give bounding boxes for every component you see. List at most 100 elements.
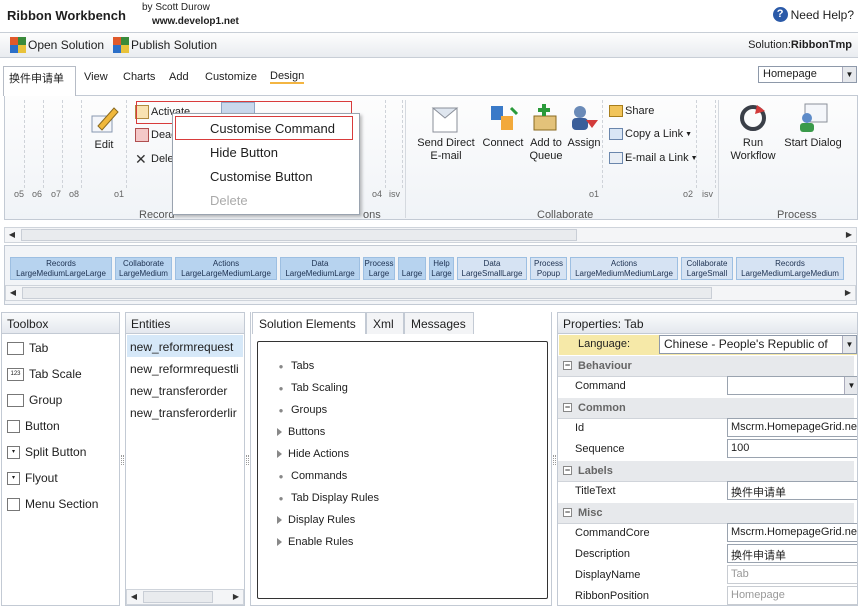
entity-item[interactable]: new_reformrequestli bbox=[130, 362, 239, 376]
send-direct-email-button[interactable]: Send Direct E-mail bbox=[413, 102, 479, 163]
section-labels[interactable]: − Labels bbox=[558, 461, 854, 482]
scroll-thumb[interactable] bbox=[22, 287, 712, 299]
entity-item[interactable]: new_transferorderlir bbox=[130, 406, 237, 420]
tab-messages[interactable]: Messages bbox=[404, 312, 474, 334]
tab-solution-elements[interactable]: Solution Elements bbox=[252, 312, 366, 334]
expand-icon[interactable] bbox=[277, 538, 282, 546]
toolbox-item-button[interactable]: Button bbox=[7, 419, 60, 433]
collapse-icon[interactable]: − bbox=[563, 361, 572, 370]
tab-xml[interactable]: Xml bbox=[366, 312, 404, 334]
toolbox-item-tab-scale[interactable]: 123 Tab Scale bbox=[7, 367, 82, 381]
delete-button[interactable]: ✕DeacDele bbox=[135, 152, 174, 166]
collapse-icon[interactable]: − bbox=[563, 508, 572, 517]
id-field[interactable]: Mscrm.HomepageGrid.nev bbox=[727, 418, 857, 437]
overview-group[interactable]: Data LargeSmallLarge bbox=[457, 257, 527, 280]
help-link[interactable]: ? Need Help? bbox=[772, 7, 854, 22]
start-dialog-button[interactable]: Start Dialog bbox=[781, 102, 845, 150]
homepage-select[interactable]: Homepage ▼ bbox=[758, 66, 857, 83]
overview-group-sizes: LargeLargeMediumLarge bbox=[181, 269, 271, 278]
scroll-right-icon[interactable]: ▶ bbox=[229, 590, 243, 604]
commandcore-field[interactable]: Mscrm.HomepageGrid.nev bbox=[727, 523, 857, 542]
overview-group[interactable]: Data LargeMediumLarge bbox=[280, 257, 360, 280]
help-icon: ? bbox=[772, 7, 788, 22]
overview-group[interactable]: Actions LargeMediumMediumLarge bbox=[570, 257, 678, 280]
tab-design[interactable]: Design bbox=[270, 70, 305, 84]
collapse-icon[interactable]: − bbox=[563, 403, 572, 412]
solution-prefix: Solution: bbox=[748, 39, 791, 51]
toolbox-item-group[interactable]: Group bbox=[7, 393, 62, 407]
section-behaviour[interactable]: − Behaviour bbox=[558, 356, 854, 377]
scroll-left-icon[interactable]: ◀ bbox=[5, 228, 19, 242]
menu-item-customise-command[interactable]: Customise Command bbox=[210, 121, 335, 136]
entity-item[interactable]: new_reformrequest bbox=[130, 340, 233, 354]
overview-group[interactable]: Records LargeMediumLargeMedium bbox=[736, 257, 844, 280]
tree-item-tab-display-rules[interactable]: ● Tab Display Rules bbox=[277, 492, 379, 504]
publish-solution-button[interactable]: Publish Solution bbox=[113, 37, 217, 53]
toolbox-item-tab[interactable]: Tab bbox=[7, 341, 48, 355]
entities-scrollbar[interactable]: ◀ ▶ bbox=[126, 589, 244, 605]
toolbox-item-flyout[interactable]: ▾ Flyout bbox=[7, 471, 58, 485]
toolbox-item-menu-section[interactable]: Menu Section bbox=[7, 497, 98, 511]
solution-panel: Solution Elements Xml Messages ● Tabs ● Ta… bbox=[250, 312, 552, 606]
email-link-button[interactable]: E-mail a Link ▼ bbox=[609, 152, 698, 164]
overview-group[interactable]: Help Large bbox=[429, 257, 454, 280]
scroll-left-icon[interactable]: ◀ bbox=[127, 590, 141, 604]
add-to-queue-button[interactable]: Add to Queue bbox=[524, 102, 568, 163]
overview-group[interactable]: Records LargeMediumLargeLarge bbox=[10, 257, 112, 280]
connect-button[interactable]: Connect bbox=[479, 102, 527, 150]
section-misc[interactable]: − Misc bbox=[558, 503, 854, 524]
author-site[interactable]: www.develop1.net bbox=[152, 16, 239, 27]
toolbox-item-split-button[interactable]: ▾ Split Button bbox=[7, 445, 86, 459]
language-select[interactable]: Chinese - People's Republic of ▼ bbox=[659, 335, 857, 354]
overview-group[interactable]: Collaborate LargeMedium bbox=[115, 257, 172, 280]
sequence-field[interactable]: 100 bbox=[727, 439, 857, 458]
titletext-field[interactable]: 换件申请单 bbox=[727, 481, 857, 500]
command-select[interactable]: ▼ bbox=[727, 376, 857, 395]
scroll-right-icon[interactable]: ▶ bbox=[841, 286, 855, 300]
tab-view[interactable]: View bbox=[84, 71, 108, 83]
tree-item-hide-actions[interactable]: Hide Actions bbox=[277, 448, 349, 460]
scroll-thumb[interactable] bbox=[21, 229, 577, 241]
overview-group[interactable]: Process Popup bbox=[530, 257, 567, 280]
expand-icon[interactable] bbox=[277, 516, 282, 524]
overview-group[interactable]: Actions LargeLargeMediumLarge bbox=[175, 257, 277, 280]
scroll-right-icon[interactable]: ▶ bbox=[842, 228, 856, 242]
menu-item-hide-button[interactable]: Hide Button bbox=[210, 145, 278, 160]
tree-item-tabs[interactable]: ● Tabs bbox=[277, 360, 315, 372]
tab-add[interactable]: Add bbox=[169, 71, 189, 83]
tree-item-enable-rules[interactable]: Enable Rules bbox=[277, 536, 353, 548]
tree-item-display-rules[interactable]: Display Rules bbox=[277, 514, 355, 526]
section-common[interactable]: − Common bbox=[558, 398, 854, 419]
assign-button[interactable]: Assign bbox=[564, 102, 604, 150]
share-button[interactable]: Share bbox=[609, 105, 654, 117]
collapse-icon[interactable]: − bbox=[563, 466, 572, 475]
panel-splitter[interactable] bbox=[246, 455, 249, 465]
expand-icon[interactable] bbox=[277, 428, 282, 436]
expand-icon[interactable] bbox=[277, 450, 282, 458]
panel-splitter[interactable] bbox=[121, 455, 124, 465]
scroll-thumb[interactable] bbox=[143, 591, 213, 603]
open-solution-button[interactable]: Open Solution bbox=[10, 37, 104, 53]
copy-link-button[interactable]: Copy a Link ▼ bbox=[609, 128, 692, 140]
tree-item-buttons[interactable]: Buttons bbox=[277, 426, 325, 438]
tree-item-tab-scaling[interactable]: ● Tab Scaling bbox=[277, 382, 348, 394]
run-workflow-button[interactable]: Run Workflow bbox=[725, 102, 781, 163]
ribbon-scrollbar[interactable]: ◀ ▶ bbox=[4, 227, 857, 243]
scroll-left-icon[interactable]: ◀ bbox=[6, 286, 20, 300]
tree-item-commands[interactable]: ● Commands bbox=[277, 470, 348, 482]
menu-item-customise-button[interactable]: Customise Button bbox=[210, 169, 313, 184]
overview-group[interactable]: Collaborate LargeSmall bbox=[681, 257, 733, 280]
tab-active[interactable]: 换件申请单 bbox=[3, 66, 76, 96]
overview-group-sizes: LargeMedium bbox=[119, 269, 168, 278]
panel-splitter[interactable] bbox=[553, 455, 556, 465]
description-field[interactable]: 换件申请单 bbox=[727, 544, 857, 563]
deactivate-button[interactable]: Deac bbox=[135, 128, 177, 142]
edit-button[interactable]: Edit bbox=[87, 104, 121, 152]
overview-group[interactable]: Process Large bbox=[363, 257, 395, 280]
entity-item[interactable]: new_transferorder bbox=[130, 384, 227, 398]
tab-customize[interactable]: Customize bbox=[205, 71, 257, 83]
overview-scrollbar[interactable]: ◀ ▶ bbox=[5, 285, 856, 301]
tab-charts[interactable]: Charts bbox=[123, 71, 155, 83]
overview-group[interactable]: Large bbox=[398, 257, 426, 280]
tree-item-groups[interactable]: ● Groups bbox=[277, 404, 328, 416]
